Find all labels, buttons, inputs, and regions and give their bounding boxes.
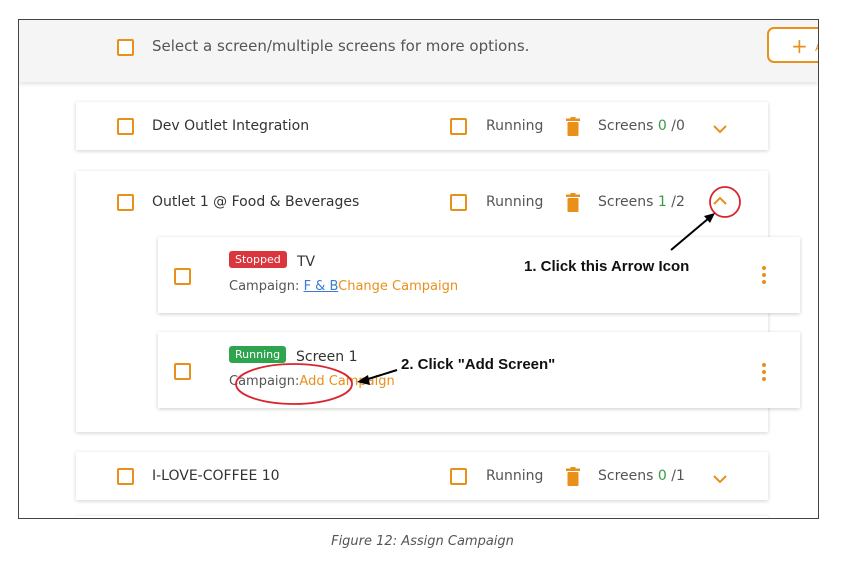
outlet-checkbox[interactable] <box>117 118 134 135</box>
trash-icon[interactable] <box>566 467 580 486</box>
total-screen-count: /0 <box>671 118 685 134</box>
active-screen-count: 0 <box>657 118 667 134</box>
change-campaign-link[interactable]: Change Campaign <box>338 279 458 294</box>
app-frame: Select a screen/multiple screens for mor… <box>18 19 819 519</box>
outlet-status-checkbox[interactable] <box>450 118 467 135</box>
outlet-screen-count: Screens 1 /2 <box>598 194 685 210</box>
outlet-checkbox[interactable] <box>117 468 134 485</box>
outlet-card: I-LOVE-COFFEE 10 Running Screens 0 /1 <box>76 452 768 500</box>
screen-name: TV <box>297 254 316 270</box>
status-badge: Running <box>229 346 287 363</box>
campaign-link[interactable]: F & B <box>304 279 339 294</box>
campaign-label: Campaign: <box>229 374 300 389</box>
outlet-card-expanded: Outlet 1 @ Food & Beverages Running Scre… <box>76 171 800 432</box>
active-screen-count: 0 <box>657 468 667 484</box>
outlet-name: I-LOVE-COFFEE 10 <box>152 468 280 484</box>
outlet-status: Running <box>486 118 544 134</box>
add-screen-button-label: A <box>815 41 818 54</box>
outlet-card: Dev Outlet Integration Running Screens 0… <box>76 102 768 150</box>
annotation-step2: 2. Click "Add Screen" <box>401 356 556 373</box>
screens-label: Screens <box>598 118 654 134</box>
screen-campaign: Campaign:Add Campaign <box>229 374 395 389</box>
outlet-status-checkbox[interactable] <box>450 468 467 485</box>
total-screen-count: /2 <box>671 194 685 210</box>
figure-caption: Figure 12: Assign Campaign <box>331 534 514 549</box>
outlet-screen-count: Screens 0 /1 <box>598 468 685 484</box>
outlet-status: Running <box>486 468 544 484</box>
active-screen-count: 1 <box>657 194 667 210</box>
screens-label: Screens <box>598 468 654 484</box>
campaign-label: Campaign: <box>229 279 300 294</box>
chevron-down-icon[interactable] <box>712 123 728 135</box>
outlet-checkbox[interactable] <box>117 194 134 211</box>
status-badge: Stopped <box>229 251 287 268</box>
selection-hint: Select a screen/multiple screens for mor… <box>152 37 530 55</box>
screen-name: Screen 1 <box>296 349 358 365</box>
outlet-card <box>76 516 768 518</box>
screen-row: Stopped TV Campaign: F & BChange Campaig… <box>158 237 800 313</box>
trash-icon[interactable] <box>566 117 580 136</box>
selection-bar: Select a screen/multiple screens for mor… <box>19 20 818 82</box>
screen-campaign: Campaign: F & BChange Campaign <box>229 279 458 294</box>
total-screen-count: /1 <box>671 468 685 484</box>
kebab-menu-icon[interactable] <box>762 363 766 381</box>
outlet-status-checkbox[interactable] <box>450 194 467 211</box>
add-campaign-link[interactable]: Add Campaign <box>299 374 394 389</box>
annotation-step1: 1. Click this Arrow Icon <box>524 258 690 275</box>
outlet-name: Dev Outlet Integration <box>152 118 310 134</box>
chevron-down-icon[interactable] <box>712 473 728 485</box>
add-screen-button[interactable]: + A <box>767 27 818 63</box>
select-all-checkbox[interactable] <box>117 39 134 56</box>
outlet-screen-count: Screens 0 /0 <box>598 118 685 134</box>
outlet-status: Running <box>486 194 544 210</box>
trash-icon[interactable] <box>566 193 580 212</box>
outlet-name: Outlet 1 @ Food & Beverages <box>152 194 360 210</box>
chevron-up-icon[interactable] <box>712 195 728 207</box>
kebab-menu-icon[interactable] <box>762 266 766 284</box>
screens-label: Screens <box>598 194 654 210</box>
screen-checkbox[interactable] <box>174 363 191 380</box>
plus-icon: + <box>791 34 808 58</box>
screen-checkbox[interactable] <box>174 268 191 285</box>
